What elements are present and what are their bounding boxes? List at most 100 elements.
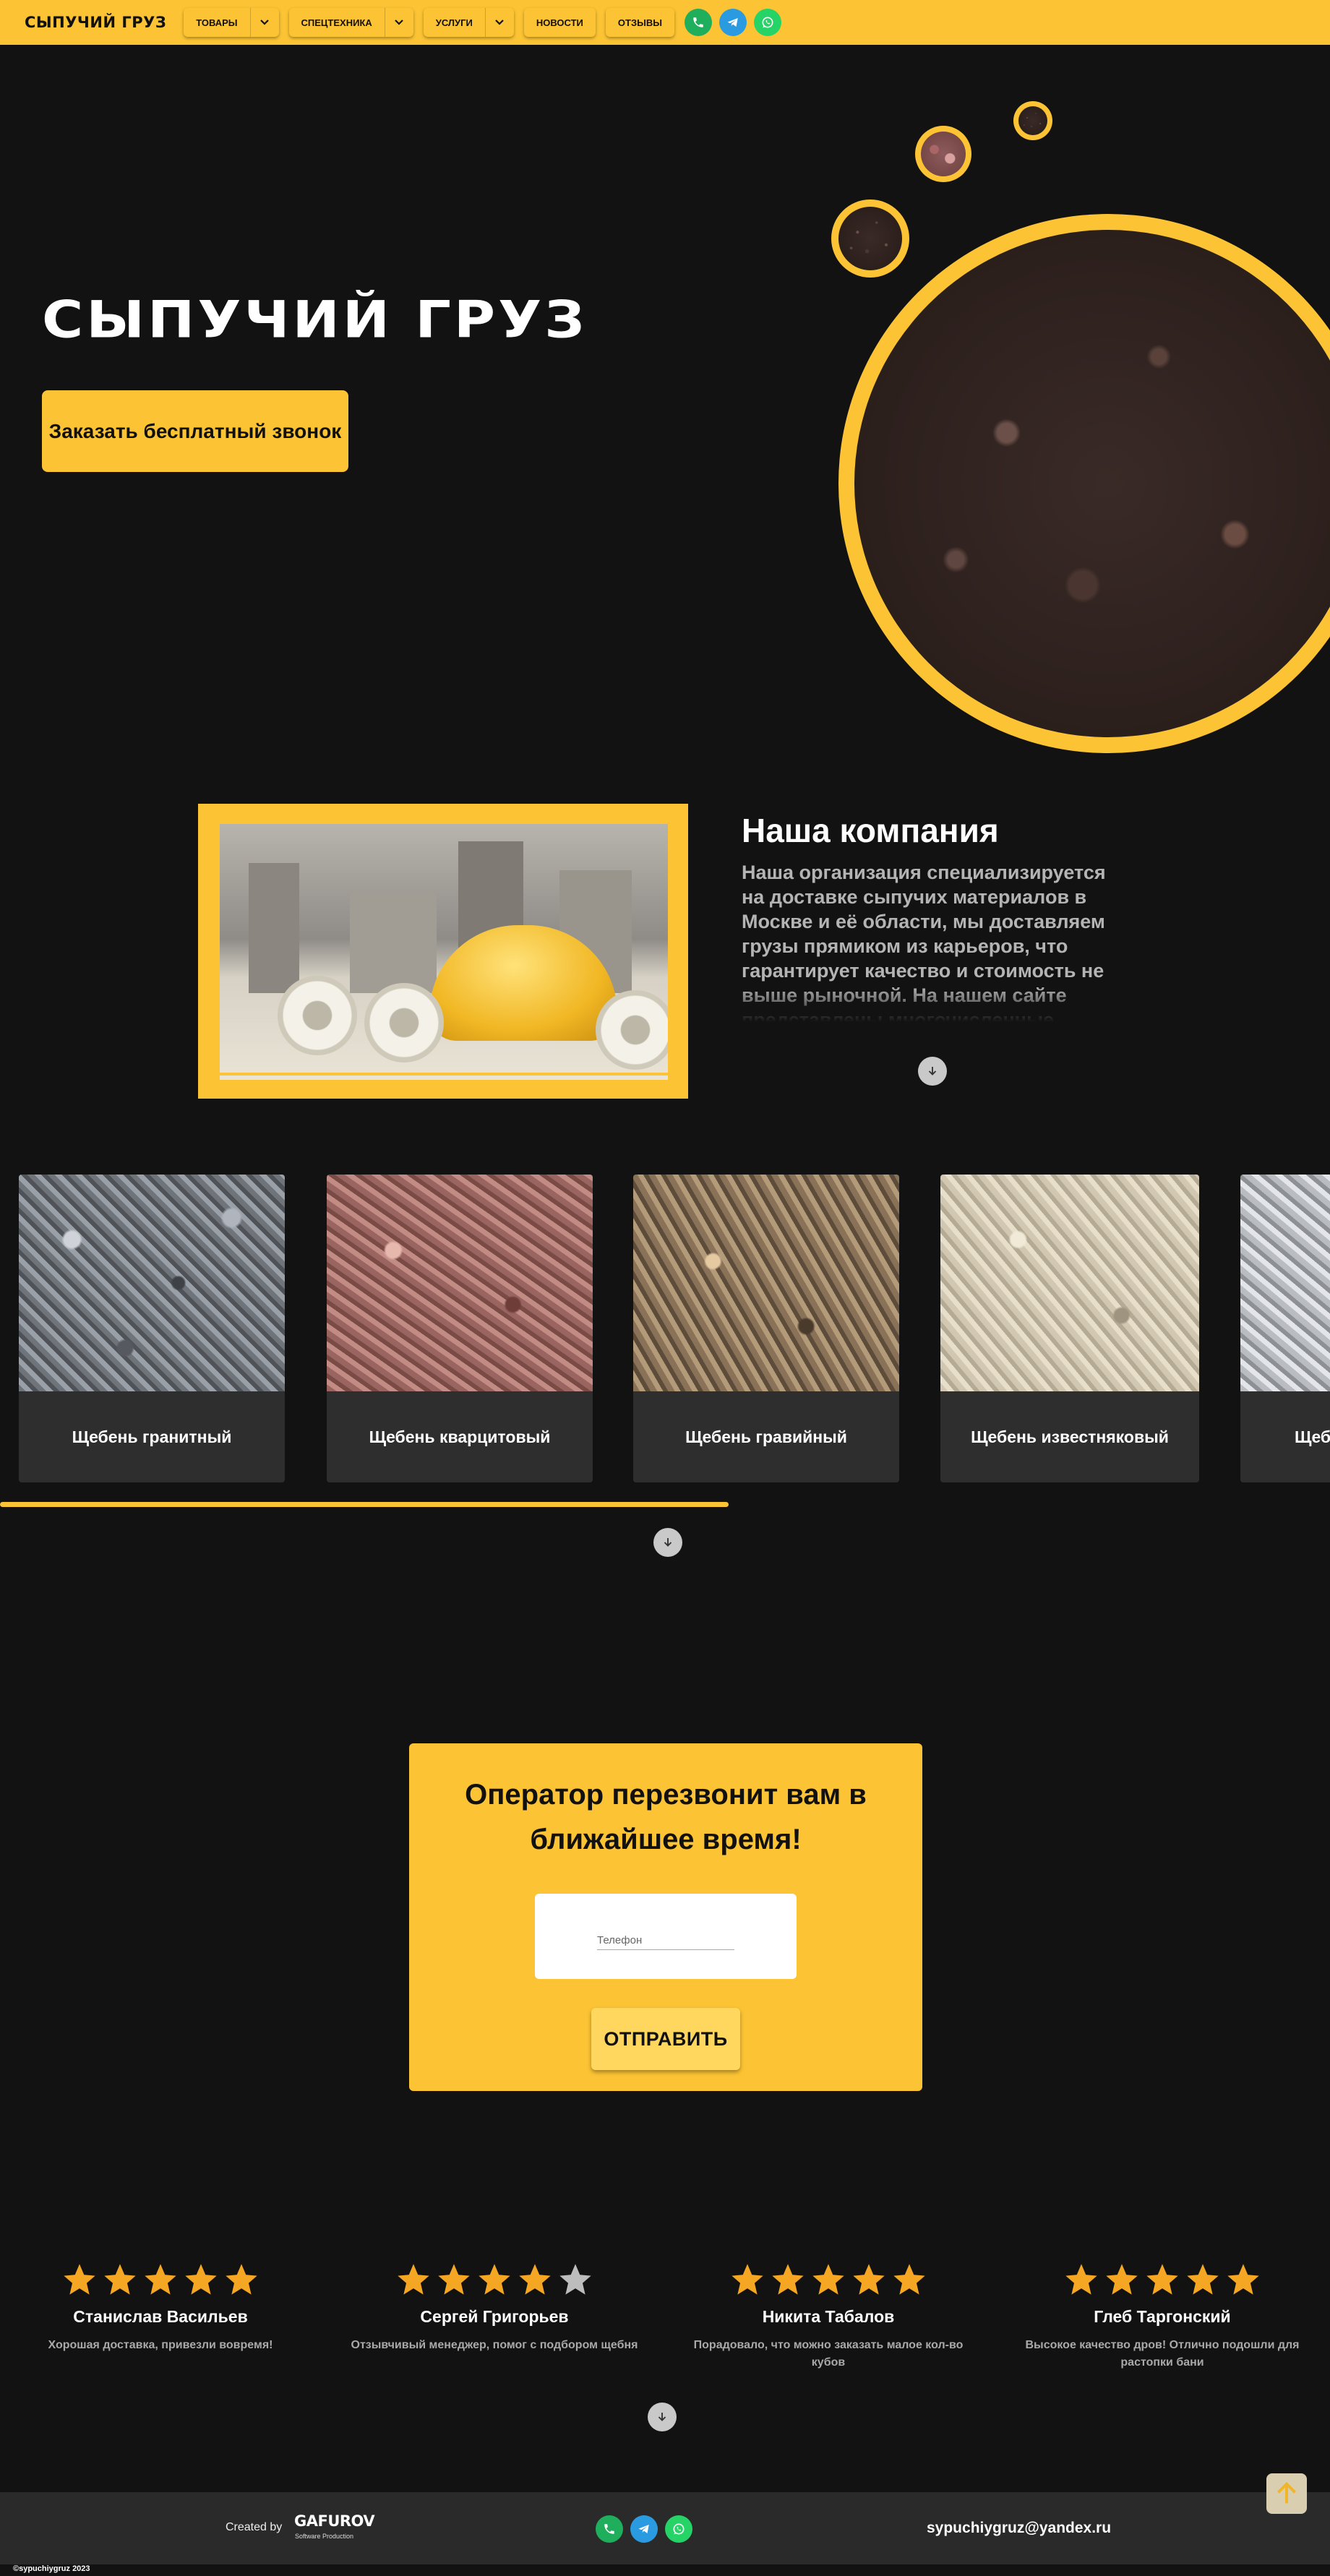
phone-input[interactable] [597,1931,734,1950]
developer-logo[interactable]: GAFUROV [294,2512,375,2530]
product-image [19,1175,285,1391]
review-card: Никита Табалов Порадовало, что можно зак… [677,2261,980,2371]
product-card-granite[interactable]: Щебень гранитный [19,1175,285,1482]
scroll-down-button[interactable] [648,2403,677,2431]
submit-button[interactable]: ОТПРАВИТЬ [591,2008,740,2070]
copyright: ©sypuchiygruz 2023 [13,2564,90,2573]
company-image-frame [198,804,688,1099]
review-text: Хорошая доставка, привезли вовремя! [48,2339,273,2351]
star-icon [1187,2264,1219,2295]
company-photo [220,824,668,1080]
nav-item-news[interactable]: НОВОСТИ [523,8,596,37]
callback-form: Оператор перезвонит вам в ближайшее врем… [409,1743,922,2091]
chevron-down-icon[interactable] [384,8,413,37]
soil-image-medium [831,199,909,278]
reviewer-name: Никита Табалов [762,2307,895,2326]
chevron-down-icon[interactable] [484,8,514,37]
product-image [940,1175,1199,1391]
star-icon [145,2264,176,2295]
review-text: Порадовало, что можно заказать малое кол… [693,2339,964,2369]
star-icon [226,2264,257,2295]
arrow-down-icon [658,2413,666,2421]
product-card-partial[interactable]: Щеб [1240,1175,1330,1482]
soil-image-tiny [1013,101,1052,140]
product-image [633,1175,899,1391]
product-name: Щебень гравийный [685,1427,847,1446]
phone-icon[interactable] [684,9,712,36]
scroll-down-button[interactable] [653,1528,682,1557]
company-title: Наша компания [742,812,999,849]
phone-field-container [535,1894,797,1979]
star-icon [732,2264,763,2295]
product-image [1240,1175,1330,1391]
scroll-down-button[interactable] [918,1057,947,1086]
soil-image-large [838,214,1330,753]
review-card: Станислав Васильев Хорошая доставка, при… [9,2261,312,2354]
contact-email[interactable]: sypuchiygruz@yandex.ru [927,2520,1111,2537]
star-icon [559,2264,591,2295]
company-description: Наша организация специализируется на дос… [742,862,1106,1022]
nav-item-goods[interactable]: ТОВАРЫ [184,8,279,37]
nav-item-reviews[interactable]: ОТЗЫВЫ [605,8,674,37]
reviewer-name: Глеб Таргонский [1094,2307,1231,2326]
callback-title-line2: ближайшее время! [530,1824,802,1855]
star-icon [812,2264,844,2295]
star-icon [104,2264,136,2295]
nav-item-machinery[interactable]: СПЕЦТЕХНИКА [288,8,413,37]
product-card-gravel[interactable]: Щебень гравийный [633,1175,899,1482]
nav-item-machinery-label[interactable]: СПЕЦТЕХНИКА [289,17,385,28]
reviewer-name: Сергей Григорьев [420,2307,569,2326]
product-name: Щебень гранитный [72,1427,232,1446]
arrow-up-icon [1277,2481,1297,2504]
callback-title-line1: Оператор перезвонит вам в [465,1779,867,1811]
star-rating [9,2261,312,2298]
review-text: Высокое качество дров! Отлично подошли д… [1025,2339,1300,2369]
star-icon [1065,2264,1097,2295]
review-text: Отзывчивый менеджер, помог с подбором ще… [351,2339,638,2351]
nav-item-services-label[interactable]: УСЛУГИ [424,17,485,28]
hero-title: СЫПУЧИЙ ГРУЗ [42,291,588,350]
arrow-down-icon [664,1538,672,1547]
product-card-quartzite[interactable]: Щебень кварцитовый [327,1175,593,1482]
scroll-to-top-button[interactable] [1266,2473,1307,2514]
product-name: Щеб [1295,1427,1330,1446]
phone-icon[interactable] [596,2515,623,2543]
star-icon [772,2264,804,2295]
star-icon [185,2264,217,2295]
nav-item-goods-label[interactable]: ТОВАРЫ [184,17,249,28]
star-icon [438,2264,470,2295]
nav-item-reviews-label[interactable]: ОТЗЫВЫ [606,17,674,28]
reviewer-name: Станислав Васильев [73,2307,248,2326]
arrow-down-icon [928,1067,937,1076]
nav-item-services[interactable]: УСЛУГИ [423,8,514,37]
products-scrollbar[interactable] [0,1502,729,1507]
star-icon [893,2264,925,2295]
footer: Created by GAFUROV Software Production s… [0,2492,1330,2564]
star-icon [1106,2264,1138,2295]
chevron-down-icon[interactable] [249,8,279,37]
created-by-label: Created by [226,2521,283,2533]
telegram-icon[interactable] [630,2515,658,2543]
star-rating [677,2261,980,2298]
product-name: Щебень известняковый [971,1427,1169,1446]
whatsapp-icon[interactable] [665,2515,692,2543]
star-icon [519,2264,551,2295]
top-navbar: СЫПУЧИЙ ГРУЗ ТОВАРЫ СПЕЦТЕХНИКА УСЛУГИ Н… [0,0,1330,45]
star-icon [398,2264,429,2295]
whatsapp-icon[interactable] [753,9,781,36]
star-icon [853,2264,885,2295]
star-icon [1227,2264,1259,2295]
product-image [327,1175,593,1391]
product-card-limestone[interactable]: Щебень известняковый [940,1175,1199,1482]
telegram-icon[interactable] [718,9,747,36]
product-name: Щебень кварцитовый [369,1427,551,1446]
nav-item-news-label[interactable]: НОВОСТИ [524,17,596,28]
callback-title: Оператор перезвонит вам в ближайшее врем… [409,1772,922,1862]
review-card: Сергей Григорьев Отзывчивый менеджер, по… [343,2261,646,2354]
review-card: Глеб Таргонский Высокое качество дров! О… [1011,2261,1314,2371]
star-rating [1011,2261,1314,2298]
brand-logo[interactable]: СЫПУЧИЙ ГРУЗ [25,14,166,31]
star-icon [64,2264,95,2295]
star-rating [343,2261,646,2298]
order-call-button[interactable]: Заказать бесплатный звонок [42,390,348,472]
